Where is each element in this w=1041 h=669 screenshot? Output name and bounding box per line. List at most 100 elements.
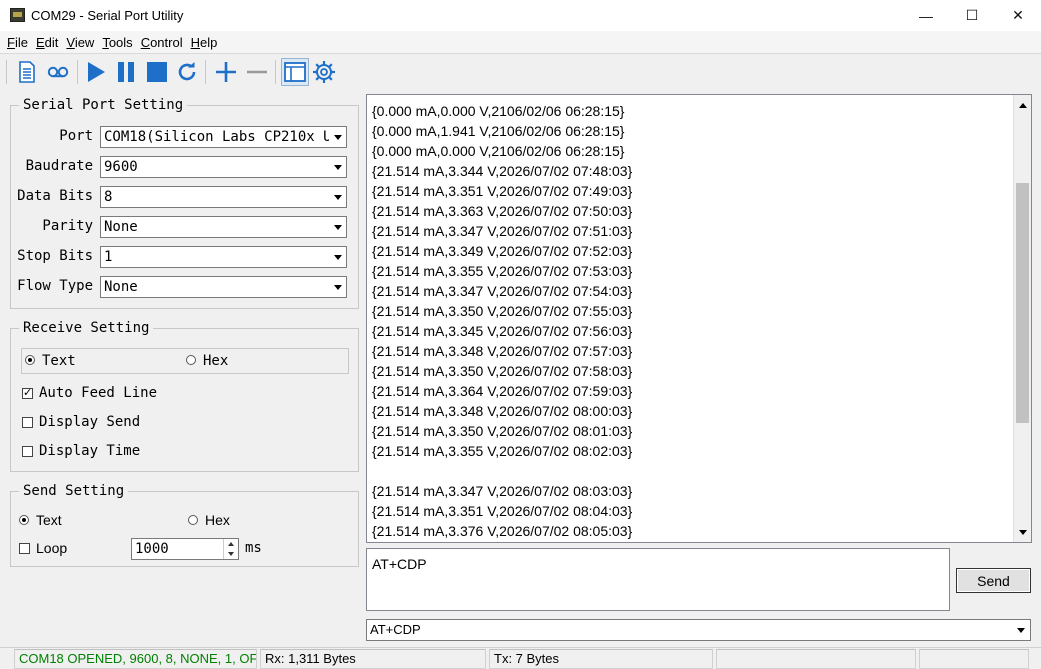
send-button[interactable]: Send <box>956 568 1031 593</box>
parity-select[interactable]: None <box>100 216 347 238</box>
chevron-down-icon <box>329 247 346 267</box>
serial-port-setting-group: Serial Port Setting Port COM18(Silicon L… <box>10 97 359 309</box>
window-title: COM29 - Serial Port Utility <box>31 8 184 23</box>
receive-scrollbar[interactable] <box>1013 95 1031 542</box>
scroll-down-icon[interactable] <box>1014 524 1031 541</box>
flowtype-select[interactable]: None <box>100 276 347 298</box>
remove-button[interactable] <box>245 60 269 84</box>
display-time-label: Display Time <box>39 443 141 459</box>
baudrate-label: Baudrate <box>25 158 93 174</box>
send-history-value: AT+CDP <box>370 622 421 637</box>
loop-checkbox[interactable] <box>19 543 30 554</box>
chevron-down-icon <box>329 127 346 147</box>
toolbar-separator <box>77 60 78 84</box>
scroll-up-icon[interactable] <box>1014 97 1031 114</box>
stop-button[interactable] <box>145 60 169 84</box>
databits-select[interactable]: 8 <box>100 186 347 208</box>
chevron-down-icon <box>329 217 346 237</box>
record-button[interactable] <box>46 60 70 84</box>
receive-text-radio[interactable] <box>25 355 35 365</box>
loop-interval-stepper[interactable]: 1000 <box>131 538 239 560</box>
receive-mode-box: Text Hex <box>21 348 349 374</box>
receive-text-area[interactable]: {0.000 mA,0.000 V,2106/02/06 06:28:15} {0… <box>366 94 1032 543</box>
send-hex-label: Hex <box>205 512 230 528</box>
new-file-button[interactable] <box>15 60 39 84</box>
log-line: {21.514 mA,3.355 V,2026/07/02 08:02:03} <box>372 443 633 459</box>
log-line: {21.514 mA,3.364 V,2026/07/02 07:59:03} <box>372 383 633 399</box>
pause-icon <box>118 62 134 82</box>
display-time-checkbox[interactable] <box>22 446 33 457</box>
log-line: {0.000 mA,1.941 V,2106/02/06 06:28:15} <box>372 123 625 139</box>
log-line: {21.514 mA,3.350 V,2026/07/02 07:58:03} <box>372 363 633 379</box>
chevron-down-icon <box>329 187 346 207</box>
port-label: Port <box>59 128 93 144</box>
minimize-icon: — <box>919 7 933 24</box>
toolbar <box>0 53 1041 89</box>
databits-value: 8 <box>104 189 113 205</box>
new-file-icon <box>19 61 35 83</box>
log-line: {21.514 mA,3.349 V,2026/07/02 07:52:03} <box>372 243 633 259</box>
menu-control[interactable]: Control <box>137 35 187 50</box>
receive-hex-radio[interactable] <box>186 355 196 365</box>
scrollbar-thumb[interactable] <box>1016 183 1029 423</box>
log-line: {21.514 mA,3.351 V,2026/07/02 07:49:03} <box>372 183 633 199</box>
display-send-checkbox[interactable] <box>22 417 33 428</box>
send-setting-group: Send Setting Text Hex Loop 1000 ms <box>10 483 359 567</box>
menu-tools[interactable]: Tools <box>98 35 136 50</box>
log-line: {21.514 mA,3.347 V,2026/07/02 07:54:03} <box>372 283 633 299</box>
menu-file[interactable]: File <box>3 35 32 50</box>
window-layout-button[interactable] <box>281 58 309 86</box>
close-button[interactable]: ✕ <box>995 0 1041 31</box>
stopbits-label: Stop Bits <box>17 248 93 264</box>
databits-label: Data Bits <box>17 188 93 204</box>
auto-feed-line-checkbox[interactable]: ✓ <box>22 388 33 399</box>
port-select[interactable]: COM18(Silicon Labs CP210x USB <box>100 126 347 148</box>
add-button[interactable] <box>214 60 238 84</box>
log-line: {0.000 mA,0.000 V,2106/02/06 06:28:15} <box>372 103 625 119</box>
settings-button[interactable] <box>312 60 336 84</box>
gear-icon <box>313 61 335 83</box>
auto-feed-line-label: Auto Feed Line <box>39 385 158 401</box>
log-line: {21.514 mA,3.355 V,2026/07/02 07:53:03} <box>372 263 633 279</box>
stepper-up-icon[interactable] <box>223 539 238 549</box>
send-text-radio[interactable] <box>19 515 29 525</box>
status-cell-empty <box>716 649 916 669</box>
port-value: COM18(Silicon Labs CP210x USB <box>104 129 347 145</box>
send-input[interactable]: AT+CDP <box>366 548 950 611</box>
parity-value: None <box>104 219 138 235</box>
parity-label: Parity <box>42 218 93 234</box>
menu-edit[interactable]: Edit <box>32 35 62 50</box>
pause-button[interactable] <box>114 60 138 84</box>
menu-view[interactable]: View <box>62 35 98 50</box>
status-bar: COM18 OPENED, 9600, 8, NONE, 1, OFF Rx: … <box>0 647 1041 669</box>
play-button[interactable] <box>84 60 108 84</box>
connection-status: COM18 OPENED, 9600, 8, NONE, 1, OFF <box>14 649 257 669</box>
menu-help[interactable]: Help <box>187 35 222 50</box>
send-hex-radio[interactable] <box>188 515 198 525</box>
tx-count: Tx: 7 Bytes <box>489 649 713 669</box>
status-cell-empty <box>919 649 1029 669</box>
flowtype-label: Flow Type <box>17 278 93 294</box>
send-history-select[interactable]: AT+CDP <box>366 619 1031 641</box>
title-bar: COM29 - Serial Port Utility — ☐ ✕ <box>0 0 1041 31</box>
maximize-button[interactable]: ☐ <box>949 0 995 31</box>
stepper-down-icon[interactable] <box>223 549 238 559</box>
add-icon <box>216 62 236 82</box>
baudrate-select[interactable]: 9600 <box>100 156 347 178</box>
stopbits-select[interactable]: 1 <box>100 246 347 268</box>
log-line: {21.514 mA,3.350 V,2026/07/02 08:01:03} <box>372 423 633 439</box>
log-line: {21.514 mA,3.363 V,2026/07/02 07:50:03} <box>372 203 633 219</box>
receive-setting-title: Receive Setting <box>19 320 154 336</box>
log-line: {21.514 mA,3.348 V,2026/07/02 07:57:03} <box>372 343 633 359</box>
log-line: {21.514 mA,3.350 V,2026/07/02 07:55:03} <box>372 303 633 319</box>
chevron-down-icon <box>329 277 346 297</box>
menu-bar: File Edit View Tools Control Help <box>0 31 1041 53</box>
loop-interval-value: 1000 <box>135 541 169 557</box>
receive-log: {0.000 mA,0.000 V,2106/02/06 06:28:15} {0… <box>372 101 632 541</box>
toolbar-separator <box>6 60 7 84</box>
receive-hex-label: Hex <box>203 353 229 369</box>
refresh-button[interactable] <box>175 60 199 84</box>
minimize-button[interactable]: — <box>903 0 949 31</box>
baudrate-value: 9600 <box>104 159 138 175</box>
